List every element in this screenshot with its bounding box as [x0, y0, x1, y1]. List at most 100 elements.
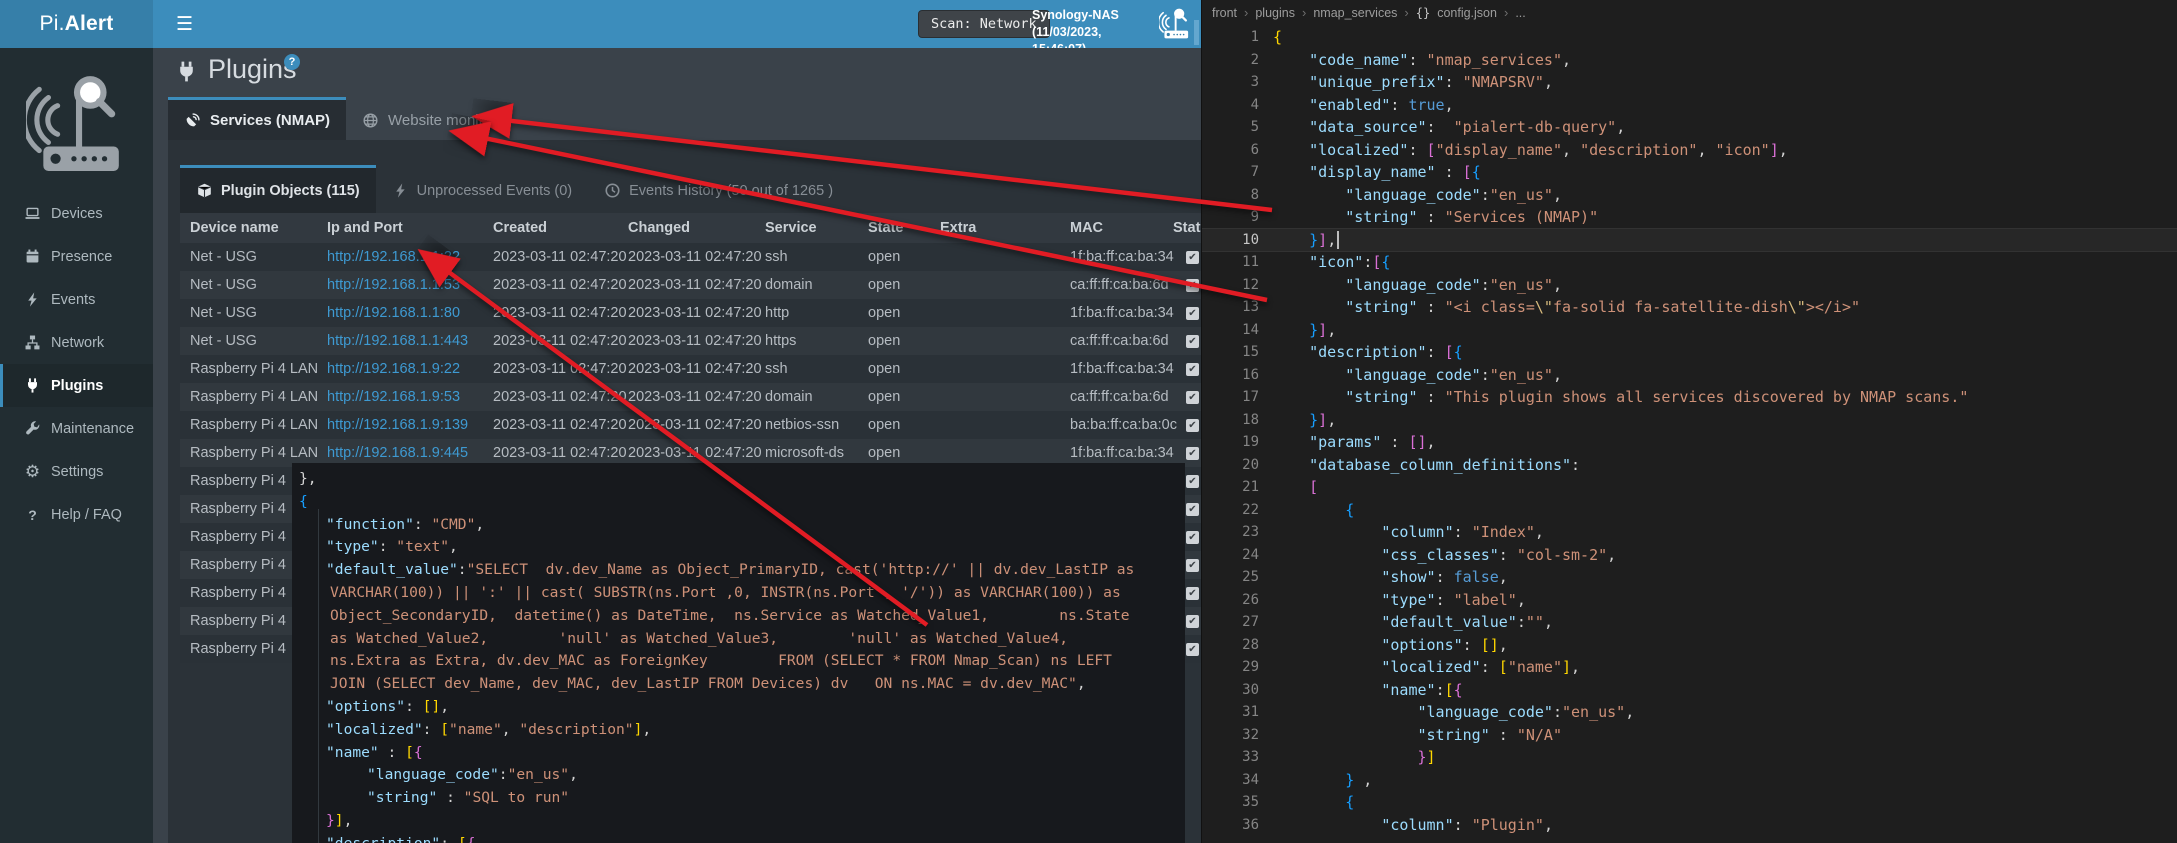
code-token: , — [1544, 816, 1553, 834]
column-header[interactable]: MAC — [1070, 220, 1173, 236]
sidebar-item-presence[interactable]: Presence — [0, 235, 153, 278]
row-checkbox[interactable]: ✔ — [1186, 307, 1199, 320]
row-checkbox[interactable]: ✔ — [1186, 363, 1199, 376]
subtab-events-history-50-out-of-1265-[interactable]: Events History (50 out of 1265 ) — [588, 165, 849, 213]
ip-port-link[interactable]: http://192.168.1.1:443 — [327, 333, 468, 349]
row-checkbox[interactable]: ✔ — [1186, 419, 1199, 432]
ip-port-link[interactable]: http://192.168.1.9:53 — [327, 389, 460, 405]
editor-code-line[interactable]: 17 "string" : "This plugin shows all ser… — [1202, 386, 2177, 409]
ip-port-link[interactable]: http://192.168.1.9:22 — [327, 361, 460, 377]
tab-website-monitor[interactable]: Website monitor — [346, 97, 512, 140]
breadcrumb-item[interactable]: ... — [1515, 6, 1525, 20]
editor-code-line[interactable]: 12 "language_code":"en_us", — [1202, 274, 2177, 297]
editor-code-line[interactable]: 36 "column": "Plugin", — [1202, 814, 2177, 837]
ip-port-link[interactable]: http://192.168.1.1:80 — [327, 305, 460, 321]
editor-code-line[interactable]: 35 { — [1202, 791, 2177, 814]
editor-code-line[interactable]: 10 }], — [1202, 229, 2177, 252]
subtab-plugin-objects-115-[interactable]: Plugin Objects (115) — [180, 165, 376, 213]
editor-code-line[interactable]: 1{ — [1202, 26, 2177, 49]
help-badge[interactable]: ? — [284, 54, 300, 70]
device-name-cell: Raspberry Pi 4 LAN — [190, 445, 327, 461]
editor-code-line[interactable]: 22 { — [1202, 499, 2177, 522]
editor-code-line[interactable]: 30 "name":[{ — [1202, 679, 2177, 702]
row-checkbox[interactable]: ✔ — [1186, 643, 1199, 656]
editor-code-line[interactable]: 33 }] — [1202, 746, 2177, 769]
overlay-code-line: "options": [], — [292, 696, 1185, 719]
editor-code-line[interactable]: 7 "display_name" : [{ — [1202, 161, 2177, 184]
page-scrollbar-thumb[interactable] — [1194, 20, 1199, 45]
editor-code-line[interactable]: 11 "icon":[{ — [1202, 251, 2177, 274]
hamburger-icon[interactable]: ☰ — [162, 0, 207, 48]
tab-services-nmap-[interactable]: Services (NMAP) — [168, 97, 346, 140]
sidebar-item-network[interactable]: Network — [0, 321, 153, 364]
brand-logo[interactable]: Pi.Alert — [0, 0, 153, 48]
row-checkbox[interactable]: ✔ — [1186, 391, 1199, 404]
row-checkbox[interactable]: ✔ — [1186, 559, 1199, 572]
editor-code-line[interactable]: 3 "unique_prefix": "NMAPSRV", — [1202, 71, 2177, 94]
sidebar-item-devices[interactable]: Devices — [0, 192, 153, 235]
row-checkbox[interactable]: ✔ — [1186, 447, 1199, 460]
editor-code-line[interactable]: 2 "code_name": "nmap_services", — [1202, 49, 2177, 72]
sidebar-item-label: Maintenance — [51, 421, 134, 437]
editor-code-line[interactable]: 5 "data_source": "pialert-db-query", — [1202, 116, 2177, 139]
editor-code-line[interactable]: 4 "enabled": true, — [1202, 94, 2177, 117]
sidebar-item-maintenance[interactable]: Maintenance — [0, 407, 153, 450]
sidebar-item-help-faq[interactable]: ?Help / FAQ — [0, 493, 153, 536]
editor-code-line[interactable]: 34 } , — [1202, 769, 2177, 792]
code-token: ] — [1318, 411, 1327, 429]
editor-code-line[interactable]: 25 "show": false, — [1202, 566, 2177, 589]
indent — [1273, 298, 1345, 316]
editor-code-line[interactable]: 23 "column": "Index", — [1202, 521, 2177, 544]
row-checkbox[interactable]: ✔ — [1186, 475, 1199, 488]
sidebar-item-settings[interactable]: ⚙Settings — [0, 450, 153, 493]
editor-code-line[interactable]: 24 "css_classes": "col-sm-2", — [1202, 544, 2177, 567]
editor-code-line[interactable]: 27 "default_value":"", — [1202, 611, 2177, 634]
column-header[interactable]: Changed — [628, 220, 765, 236]
editor-code-line[interactable]: 8 "language_code":"en_us", — [1202, 184, 2177, 207]
ip-port-link[interactable]: http://192.168.1.1:22 — [327, 249, 460, 265]
breadcrumb-item[interactable]: nmap_services — [1313, 6, 1397, 20]
editor-code-area[interactable]: 1{2 "code_name": "nmap_services",3 "uniq… — [1202, 26, 2177, 836]
breadcrumb-item[interactable]: plugins — [1255, 6, 1295, 20]
row-checkbox[interactable]: ✔ — [1186, 335, 1199, 348]
code-token: as Watched_Value2, 'null' as Watched_Val… — [330, 630, 1068, 647]
editor-code-line[interactable]: 31 "language_code":"en_us", — [1202, 701, 2177, 724]
column-header[interactable]: Ip and Port — [327, 220, 493, 236]
breadcrumb[interactable]: front›plugins›nmap_services›{}config.jso… — [1212, 0, 1526, 25]
breadcrumb-item[interactable]: config.json — [1437, 6, 1497, 20]
editor-code-line[interactable]: 6 "localized": ["display_name", "descrip… — [1202, 139, 2177, 162]
column-header[interactable]: State — [868, 220, 940, 236]
editor-code-line[interactable]: 15 "description": [{ — [1202, 341, 2177, 364]
row-checkbox[interactable]: ✔ — [1186, 615, 1199, 628]
row-checkbox[interactable]: ✔ — [1186, 279, 1199, 292]
row-checkbox[interactable]: ✔ — [1186, 531, 1199, 544]
editor-code-line[interactable]: 32 "string" : "N/A" — [1202, 724, 2177, 747]
column-header[interactable]: Device name — [190, 220, 327, 236]
column-header[interactable]: Extra — [940, 220, 1070, 236]
row-checkbox[interactable]: ✔ — [1186, 587, 1199, 600]
column-header[interactable]: Status — [1173, 220, 1201, 236]
ip-port-link[interactable]: http://192.168.1.1:53 — [327, 277, 460, 293]
editor-code-line[interactable]: 29 "localized": ["name"], — [1202, 656, 2177, 679]
editor-code-line[interactable]: 19 "params" : [], — [1202, 431, 2177, 454]
sidebar-item-events[interactable]: Events — [0, 278, 153, 321]
column-header[interactable]: Service — [765, 220, 868, 236]
column-header[interactable]: Created — [493, 220, 628, 236]
editor-code-line[interactable]: 14 }], — [1202, 319, 2177, 342]
editor-code-line[interactable]: 28 "options": [], — [1202, 634, 2177, 657]
row-checkbox[interactable]: ✔ — [1186, 251, 1199, 264]
row-checkbox[interactable]: ✔ — [1186, 503, 1199, 516]
code-token: : — [499, 766, 508, 783]
editor-code-line[interactable]: 9 "string" : "Services (NMAP)" — [1202, 206, 2177, 229]
editor-code-line[interactable]: 20 "database_column_definitions": — [1202, 454, 2177, 477]
breadcrumb-item[interactable]: front — [1212, 6, 1237, 20]
ip-port-link[interactable]: http://192.168.1.9:445 — [327, 445, 468, 461]
editor-code-line[interactable]: 21 [ — [1202, 476, 2177, 499]
subtab-unprocessed-events-0-[interactable]: Unprocessed Events (0) — [376, 165, 589, 213]
ip-port-link[interactable]: http://192.168.1.9:139 — [327, 417, 468, 433]
editor-code-line[interactable]: 18 }], — [1202, 409, 2177, 432]
sidebar-item-plugins[interactable]: Plugins — [0, 364, 153, 407]
editor-code-line[interactable]: 13 "string" : "<i class=\"fa-solid fa-sa… — [1202, 296, 2177, 319]
editor-code-line[interactable]: 16 "language_code":"en_us", — [1202, 364, 2177, 387]
editor-code-line[interactable]: 26 "type": "label", — [1202, 589, 2177, 612]
